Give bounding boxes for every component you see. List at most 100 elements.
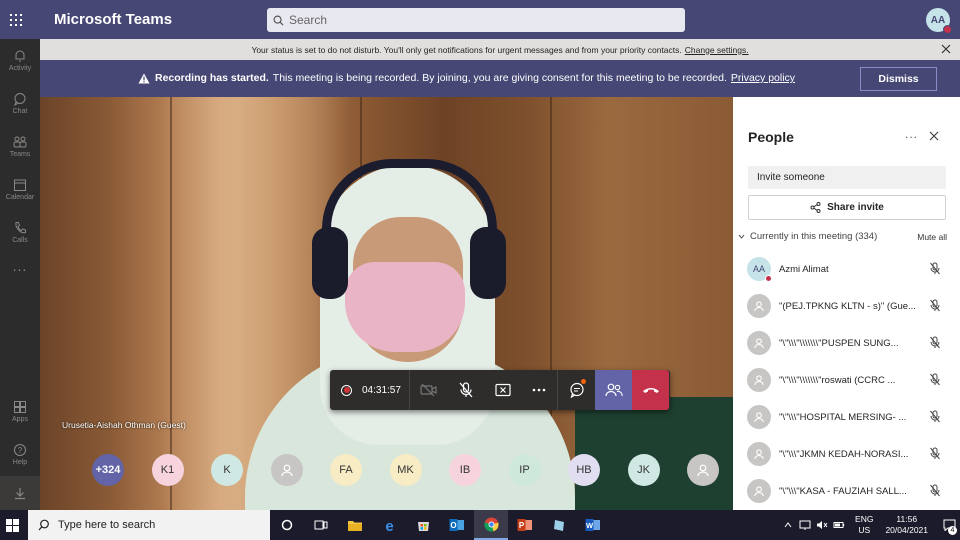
chat-unread-badge: [581, 379, 586, 384]
rail-item-apps[interactable]: Apps: [0, 390, 40, 433]
rail-label: Activity: [8, 65, 32, 72]
windows-taskbar: Type here to search e O P W ENG US 11:56…: [0, 510, 960, 540]
mic-off-icon: [930, 484, 940, 497]
participant-list-item[interactable]: "\"\\\"HOSPITAL MERSING- ...: [747, 403, 947, 431]
volume-muted-icon[interactable]: [816, 520, 828, 530]
participant-avatar[interactable]: FA: [330, 454, 362, 486]
app-launcher-icon[interactable]: [0, 0, 32, 39]
svg-text:W: W: [586, 521, 594, 530]
cortana-button[interactable]: [270, 510, 304, 540]
participant-list-item[interactable]: "\"\\\"\\\\\\\"PUSPEN SUNG...: [747, 329, 947, 357]
mute-all-button[interactable]: Mute all: [917, 232, 947, 242]
participant-list-item[interactable]: "(PEJ.TPKNG KLTN - s)" (Gue...: [747, 292, 947, 320]
word-button[interactable]: W: [576, 510, 610, 540]
rail-item-calendar[interactable]: Calendar: [0, 168, 40, 211]
participant-avatar[interactable]: K1: [151, 454, 184, 486]
participant-mute-toggle[interactable]: [929, 299, 941, 317]
teams-icon: [13, 136, 27, 148]
people-more-button[interactable]: ...: [905, 127, 918, 141]
participant-avatar-initials: K1: [160, 464, 175, 476]
rail-more-button[interactable]: ...: [0, 254, 40, 284]
battery-icon[interactable]: [833, 520, 845, 530]
participant-avatar: [747, 294, 771, 318]
chrome-button[interactable]: [474, 510, 508, 540]
participant-mute-toggle[interactable]: [929, 484, 941, 502]
participant-avatar[interactable]: JK: [627, 454, 660, 486]
hang-up-button[interactable]: [632, 370, 669, 410]
close-icon[interactable]: [929, 131, 939, 141]
network-icon[interactable]: [799, 520, 811, 530]
search-box[interactable]: Search: [267, 8, 685, 32]
participant-mute-toggle[interactable]: [929, 373, 941, 391]
app-title: Microsoft Teams: [54, 11, 173, 28]
participant-mute-toggle[interactable]: [929, 262, 941, 280]
chat-toggle-button[interactable]: [558, 370, 595, 410]
participant-mute-toggle[interactable]: [929, 447, 941, 465]
rail-item-calls[interactable]: Calls: [0, 211, 40, 254]
video-stage: Urusetia-Aishah Othman (Guest) 04:31:57: [40, 97, 733, 510]
rail-item-help[interactable]: ? Help: [0, 433, 40, 476]
share-invite-label: Share invite: [827, 202, 884, 213]
app-button[interactable]: [542, 510, 576, 540]
rail-item-chat[interactable]: Chat: [0, 82, 40, 125]
participant-avatar-initials: K: [223, 464, 231, 476]
taskbar-search[interactable]: Type here to search: [28, 510, 270, 540]
in-meeting-section-header[interactable]: Currently in this meeting (334) Mute all: [737, 231, 949, 242]
dismiss-button[interactable]: Dismiss: [860, 67, 937, 91]
camera-button[interactable]: [410, 370, 447, 410]
participant-avatar-placeholder[interactable]: [687, 454, 719, 486]
rail-bottom: Apps ? Help: [0, 390, 40, 510]
participant-avatar[interactable]: HB: [568, 454, 600, 486]
mic-off-icon: [930, 262, 940, 275]
file-explorer-button[interactable]: [338, 510, 372, 540]
store-button[interactable]: [406, 510, 440, 540]
system-clock[interactable]: 11:56 20/04/2021: [885, 514, 928, 536]
apps-icon: [14, 401, 26, 413]
participant-avatar[interactable]: K: [211, 454, 243, 486]
folder-icon: [348, 520, 362, 531]
participant-name: Azmi Alimat: [779, 263, 829, 275]
participant-avatar[interactable]: IP: [508, 454, 541, 486]
rail-item-teams[interactable]: Teams: [0, 125, 40, 168]
chevron-up-icon[interactable]: [783, 520, 793, 530]
mic-button[interactable]: [447, 370, 484, 410]
do-not-disturb-icon: [943, 25, 952, 34]
participant-avatar[interactable]: MK: [389, 454, 422, 486]
action-center-button[interactable]: 4: [938, 510, 960, 540]
invite-someone-input[interactable]: Invite someone: [748, 166, 946, 189]
share-screen-button[interactable]: [484, 370, 521, 410]
rail-label: Teams: [9, 151, 31, 158]
phone-icon: [15, 222, 26, 234]
edge-button[interactable]: e: [372, 510, 406, 540]
participant-list-item[interactable]: "\"\\\"JKMN KEDAH-NORASI...: [747, 440, 947, 468]
participant-mute-toggle[interactable]: [929, 410, 941, 428]
privacy-policy-link[interactable]: Privacy policy: [731, 72, 795, 84]
recording-message: Recording has started. This meeting is b…: [138, 72, 795, 84]
participant-avatar-placeholder[interactable]: [270, 454, 303, 486]
speaker-name-label: Urusetia-Aishah Othman (Guest): [62, 420, 186, 430]
powerpoint-button[interactable]: P: [508, 510, 542, 540]
language-indicator[interactable]: ENG US: [855, 514, 873, 536]
participant-avatar[interactable]: +324: [92, 454, 124, 486]
change-settings-link[interactable]: Change settings.: [685, 45, 749, 55]
participant-list-item[interactable]: "\"\\\"\\\\\\\"roswati (CCRC ...: [747, 366, 947, 394]
participants-button[interactable]: [595, 370, 632, 410]
mic-off-icon: [930, 336, 940, 349]
close-icon[interactable]: [940, 43, 952, 55]
participant-name: "(PEJ.TPKNG KLTN - s)" (Gue...: [779, 300, 916, 312]
more-actions-button[interactable]: [521, 370, 558, 410]
user-avatar[interactable]: AA: [926, 8, 952, 34]
participant-avatar[interactable]: IB: [449, 454, 481, 486]
search-icon: [273, 15, 284, 26]
participant-list-item[interactable]: AA Azmi Alimat: [747, 255, 947, 283]
task-view-button[interactable]: [304, 510, 338, 540]
participant-mute-toggle[interactable]: [929, 336, 941, 354]
rail-item-activity[interactable]: Activity: [0, 39, 40, 82]
share-invite-button[interactable]: Share invite: [748, 195, 946, 220]
participant-list-item[interactable]: "\"\\\"KASA - FAUZIAH SALL...: [747, 477, 947, 505]
wall-panel-line: [170, 97, 172, 510]
download-button[interactable]: [0, 476, 40, 510]
person-icon: [754, 338, 764, 349]
outlook-button[interactable]: O: [440, 510, 474, 540]
start-button[interactable]: [0, 510, 24, 540]
